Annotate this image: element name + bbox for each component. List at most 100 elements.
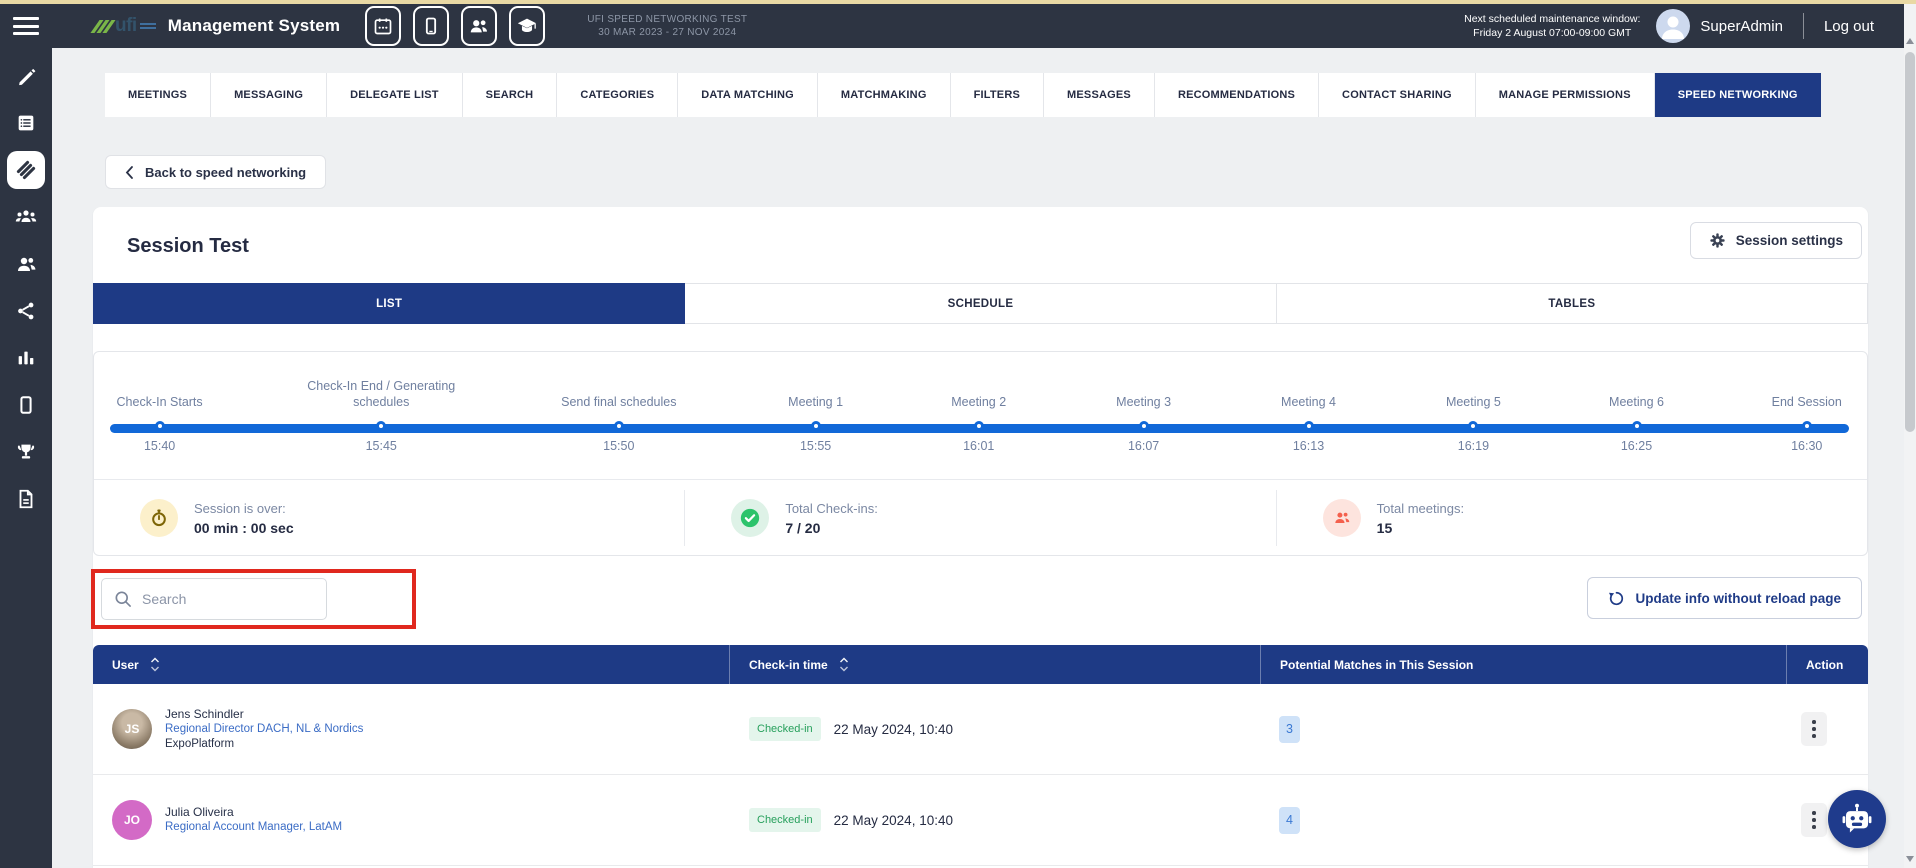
logout-button[interactable]: Log out [1824, 18, 1874, 35]
matches-count-badge[interactable]: 3 [1279, 716, 1300, 743]
calendar-icon[interactable] [365, 6, 401, 46]
checkin-time: 22 May 2024, 10:40 [834, 722, 953, 737]
user-avatar[interactable] [1656, 9, 1690, 43]
refresh-icon [1608, 590, 1625, 607]
app-title: Management System [168, 16, 341, 36]
tab-matchmaking[interactable]: MATCHMAKING [818, 73, 951, 117]
sidebar-item-mobile[interactable] [7, 386, 45, 424]
tab-search[interactable]: SEARCH [463, 73, 558, 117]
sidebar-item-compose[interactable] [7, 57, 45, 95]
tab-recommendations[interactable]: RECOMMENDATIONS [1155, 73, 1319, 117]
gear-icon [1709, 232, 1726, 249]
tab-speed-networking[interactable]: SPEED NETWORKING [1655, 73, 1821, 117]
milestone-send-schedules: Send final schedules15:50 [530, 366, 708, 453]
sidebar-item-documents[interactable] [7, 480, 45, 518]
user-name: Julia Oliveira [165, 805, 342, 820]
back-button[interactable]: Back to speed networking [105, 155, 326, 189]
tab-messaging[interactable]: MESSAGING [211, 73, 327, 117]
tab-data-matching[interactable]: DATA MATCHING [678, 73, 818, 117]
checkin-time: 22 May 2024, 10:40 [834, 813, 953, 828]
event-dates: 30 MAR 2023 - 27 NOV 2024 [587, 26, 747, 39]
milestone-checkin-end: Check-In End / Generating schedules15:45 [292, 366, 470, 453]
milestone-dot [1139, 421, 1149, 431]
timeline: Check-In Starts15:40 Check-In End / Gene… [94, 352, 1867, 480]
tab-meetings[interactable]: MEETINGS [105, 73, 211, 117]
table-row: JS Jens Schindler Regional Director DACH… [93, 684, 1868, 775]
status-badge: Checked-in [749, 808, 821, 832]
avatar[interactable]: JO [112, 800, 152, 840]
page-scrollbar[interactable] [1904, 4, 1916, 868]
avatar[interactable]: JS [112, 709, 152, 749]
sort-icon[interactable] [150, 656, 160, 673]
column-user[interactable]: User [93, 645, 730, 684]
user-name: Jens Schindler [165, 707, 363, 722]
mobile-app-icon[interactable] [413, 6, 449, 46]
stat-total-meetings: Total meetings: 15 [1276, 490, 1867, 546]
tab-manage-permissions[interactable]: MANAGE PERMISSIONS [1476, 73, 1655, 117]
sidebar-item-speed-networking[interactable] [7, 151, 45, 189]
milestone-meeting-5: Meeting 516:19 [1384, 366, 1562, 453]
attendees-icon[interactable] [461, 6, 497, 46]
robot-icon [1840, 802, 1874, 836]
search-box [101, 578, 327, 620]
module-tab-bar: MEETINGS MESSAGING DELEGATE LIST SEARCH … [105, 73, 1821, 117]
row-actions-menu-icon[interactable] [1801, 803, 1827, 837]
milestone-meeting-4: Meeting 416:13 [1220, 366, 1398, 453]
participants-table: User Check-in time Potential Matches in … [93, 645, 1868, 866]
sidebar-item-delegates[interactable] [7, 245, 45, 283]
meetings-people-icon [1323, 499, 1361, 537]
milestone-dot [155, 421, 165, 431]
user-role-link[interactable]: Regional Account Manager, LatAM [165, 820, 342, 835]
sidebar-item-gamification[interactable] [7, 433, 45, 471]
milestone-dot [1632, 421, 1642, 431]
sidebar-item-groups[interactable] [7, 198, 45, 236]
view-tab-list[interactable]: LIST [93, 283, 685, 324]
chevron-left-icon [125, 166, 133, 179]
scrollbar-thumb[interactable] [1905, 52, 1915, 432]
milestone-dot [974, 421, 984, 431]
scroll-up-icon[interactable] [1906, 38, 1914, 44]
sidebar-item-forms[interactable] [7, 104, 45, 142]
check-circle-icon [731, 499, 769, 537]
back-button-label: Back to speed networking [145, 165, 306, 180]
column-potential-matches: Potential Matches in This Session [1261, 645, 1787, 684]
chatbot-button[interactable] [1828, 790, 1886, 848]
scroll-down-icon[interactable] [1906, 856, 1914, 862]
sidebar-item-share[interactable] [7, 292, 45, 330]
user-company: ExpoPlatform [165, 737, 363, 752]
logo-lines [140, 23, 156, 29]
column-checkin-time[interactable]: Check-in time [730, 645, 1261, 684]
stat-session-timer: Session is over: 00 min : 00 sec [94, 490, 684, 546]
milestone-end-session: End Session16:30 [1718, 366, 1896, 453]
tab-contact-sharing[interactable]: CONTACT SHARING [1319, 73, 1476, 117]
tab-categories[interactable]: CATEGORIES [557, 73, 678, 117]
view-tab-schedule[interactable]: SCHEDULE [685, 283, 1276, 324]
session-settings-button[interactable]: Session settings [1690, 222, 1862, 259]
sort-icon[interactable] [839, 656, 849, 673]
tab-delegate-list[interactable]: DELEGATE LIST [327, 73, 463, 117]
user-role-link[interactable]: Regional Director DACH, NL & Nordics [165, 722, 363, 737]
update-info-button[interactable]: Update info without reload page [1587, 577, 1863, 619]
event-name: UFI SPEED NETWORKING TEST [587, 13, 747, 26]
milestone-meeting-1: Meeting 115:55 [727, 366, 905, 453]
milestone-meeting-2: Meeting 216:01 [890, 366, 1068, 453]
matches-count-badge[interactable]: 4 [1279, 807, 1300, 834]
milestone-dot [811, 421, 821, 431]
tab-messages[interactable]: MESSAGES [1044, 73, 1155, 117]
milestone-meeting-6: Meeting 616:25 [1548, 366, 1726, 453]
session-card: Session Test Session settings LIST SCHED… [93, 207, 1868, 868]
tab-filters[interactable]: FILTERS [951, 73, 1044, 117]
stopwatch-icon [140, 499, 178, 537]
education-icon[interactable] [509, 6, 545, 46]
view-tab-tables[interactable]: TABLES [1277, 283, 1868, 324]
hamburger-menu-icon[interactable] [13, 17, 39, 35]
row-actions-menu-icon[interactable] [1801, 712, 1827, 746]
username[interactable]: SuperAdmin [1700, 18, 1783, 35]
milestone-meeting-3: Meeting 316:07 [1055, 366, 1233, 453]
search-input[interactable] [101, 578, 327, 620]
sidebar-item-analytics[interactable] [7, 339, 45, 377]
session-title: Session Test [127, 235, 249, 258]
ufi-logo: ufi [95, 15, 156, 37]
table-row: JO Julia Oliveira Regional Account Manag… [93, 775, 1868, 866]
divider [1803, 13, 1804, 39]
